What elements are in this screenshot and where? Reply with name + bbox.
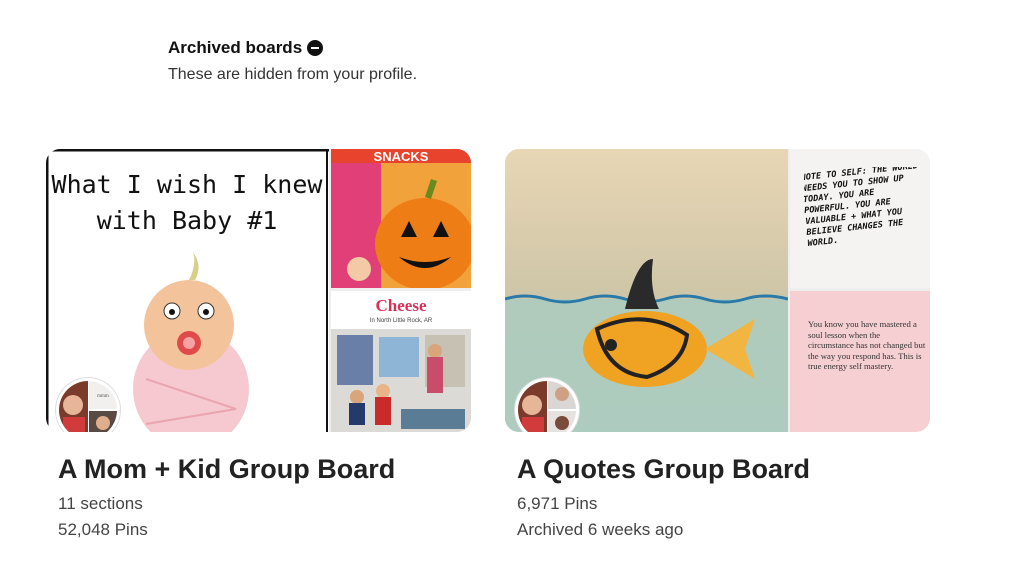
archive-minus-icon[interactable] [307, 40, 324, 56]
cover-line-1: What I wish I knew [52, 170, 324, 199]
board-cover-side-top-image: NOTE TO SELF: THE WORLD NEEDS YOU TO SHO… [790, 149, 930, 288]
board-name[interactable]: A Mom + Kid Group Board [58, 454, 471, 485]
board-archived-date: Archived 6 weeks ago [517, 520, 684, 539]
board-pins-count: 52,048 Pins [58, 520, 148, 539]
board-pins-count: 6,971 Pins [517, 494, 598, 513]
board-card-mom-kid[interactable]: What I wish I knew with Baby #1 SNACKS C… [46, 149, 471, 543]
archived-boards-header: Archived boards These are hidden from yo… [168, 38, 417, 84]
svg-text:mmm: mmm [97, 394, 109, 399]
board-cover[interactable]: What I wish I knew with Baby #1 SNACKS C… [46, 149, 471, 432]
board-cover[interactable]: NOTE TO SELF: THE WORLD NEEDS YOU TO SHO… [505, 149, 930, 432]
board-sections-count: 11 sections [58, 494, 143, 513]
cover-line-2: with Baby #1 [97, 206, 278, 235]
board-card-quotes[interactable]: NOTE TO SELF: THE WORLD NEEDS YOU TO SHO… [505, 149, 930, 543]
board-name[interactable]: A Quotes Group Board [517, 454, 930, 485]
avatar [518, 381, 576, 432]
board-cover-side-top-image: SNACKS [331, 149, 471, 288]
board-cover-side-bottom-image: Cheese In North Little Rock, AR [331, 291, 471, 432]
avatar: mmm [59, 381, 117, 432]
soul-lesson-quote: You know you have mastered a soul lesson… [808, 319, 926, 371]
note-to-self-quote: NOTE TO SELF: THE WORLD NEEDS YOU TO SHO… [804, 167, 919, 249]
snacks-label: SNACKS [374, 149, 429, 164]
cheese-subtitle: In North Little Rock, AR [370, 318, 433, 324]
cheese-title: Cheese [376, 296, 427, 315]
archived-boards-title: Archived boards [168, 38, 303, 57]
archived-boards-subtitle: These are hidden from your profile. [168, 66, 418, 83]
board-cover-side-bottom-image: You know you have mastered a soul lesson… [790, 291, 930, 432]
